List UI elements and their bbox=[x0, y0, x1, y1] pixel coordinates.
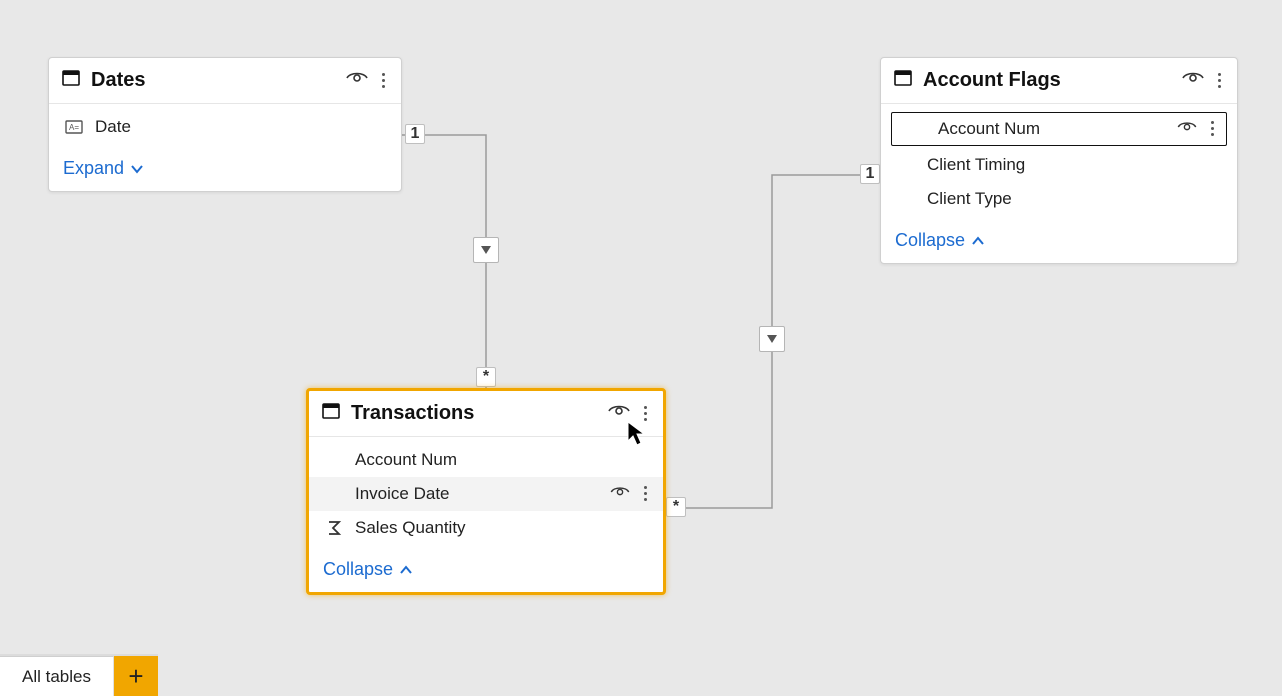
visibility-icon[interactable] bbox=[346, 70, 368, 91]
svg-text:A=: A= bbox=[69, 123, 79, 132]
field-row[interactable]: A= Date bbox=[49, 110, 401, 144]
collapse-toggle[interactable]: Collapse bbox=[881, 222, 1237, 263]
visibility-icon[interactable] bbox=[608, 403, 630, 424]
field-row[interactable]: Invoice Date bbox=[309, 477, 663, 511]
chevron-up-icon bbox=[971, 236, 985, 246]
table-card-transactions[interactable]: Transactions Account Num Invoice Date bbox=[306, 388, 666, 595]
model-canvas[interactable]: 1 * 1 * Dates A= Date bbox=[0, 0, 1282, 696]
field-row[interactable]: Account Num bbox=[891, 112, 1227, 146]
field-name: Client Type bbox=[927, 189, 1225, 209]
filter-direction-icon[interactable] bbox=[473, 237, 499, 263]
collapse-toggle[interactable]: Collapse bbox=[309, 551, 663, 592]
table-fields: Account Num Invoice Date Sales Quantity bbox=[309, 437, 663, 551]
table-title: Dates bbox=[91, 69, 336, 92]
expand-toggle[interactable]: Expand bbox=[49, 150, 401, 191]
field-name: Account Num bbox=[355, 450, 651, 470]
table-header[interactable]: Account Flags bbox=[881, 58, 1237, 104]
table-card-account-flags[interactable]: Account Flags Account Num Client Timing bbox=[880, 57, 1238, 264]
field-name: Sales Quantity bbox=[355, 518, 651, 538]
more-options-icon[interactable] bbox=[640, 404, 651, 423]
cardinality-label: * bbox=[666, 497, 686, 517]
add-view-button[interactable]: + bbox=[114, 656, 158, 696]
filter-direction-icon[interactable] bbox=[759, 326, 785, 352]
table-icon bbox=[321, 401, 341, 426]
bottom-tab-bar: All tables + bbox=[0, 654, 158, 696]
table-title: Transactions bbox=[351, 402, 598, 425]
more-options-icon[interactable] bbox=[378, 71, 389, 90]
more-options-icon[interactable] bbox=[1207, 119, 1218, 139]
cardinality-label: 1 bbox=[860, 164, 880, 184]
field-row[interactable]: Sales Quantity bbox=[309, 511, 663, 545]
field-row[interactable]: Client Timing bbox=[881, 148, 1237, 182]
cardinality-label: 1 bbox=[405, 124, 425, 144]
field-row[interactable]: Account Num bbox=[309, 443, 663, 477]
field-name: Date bbox=[95, 117, 389, 137]
more-options-icon[interactable] bbox=[640, 484, 651, 504]
table-card-dates[interactable]: Dates A= Date Expand bbox=[48, 57, 402, 192]
text-field-icon: A= bbox=[63, 120, 85, 134]
chevron-up-icon bbox=[399, 565, 413, 575]
visibility-icon[interactable] bbox=[1182, 70, 1204, 91]
table-icon bbox=[61, 68, 81, 93]
table-header[interactable]: Dates bbox=[49, 58, 401, 104]
visibility-icon[interactable] bbox=[1177, 119, 1197, 139]
field-name: Client Timing bbox=[927, 155, 1225, 175]
table-fields: Account Num Client Timing Client Type bbox=[881, 104, 1237, 222]
visibility-icon[interactable] bbox=[610, 484, 630, 504]
field-name: Invoice Date bbox=[355, 484, 600, 504]
table-title: Account Flags bbox=[923, 69, 1172, 92]
field-row[interactable]: Client Type bbox=[881, 182, 1237, 216]
chevron-down-icon bbox=[130, 164, 144, 174]
view-tab-all-tables[interactable]: All tables bbox=[0, 656, 114, 696]
more-options-icon[interactable] bbox=[1214, 71, 1225, 90]
cardinality-label: * bbox=[476, 367, 496, 387]
table-icon bbox=[893, 68, 913, 93]
table-header[interactable]: Transactions bbox=[309, 391, 663, 437]
sigma-icon bbox=[323, 520, 345, 536]
table-fields: A= Date bbox=[49, 104, 401, 150]
field-name: Account Num bbox=[938, 119, 1167, 139]
